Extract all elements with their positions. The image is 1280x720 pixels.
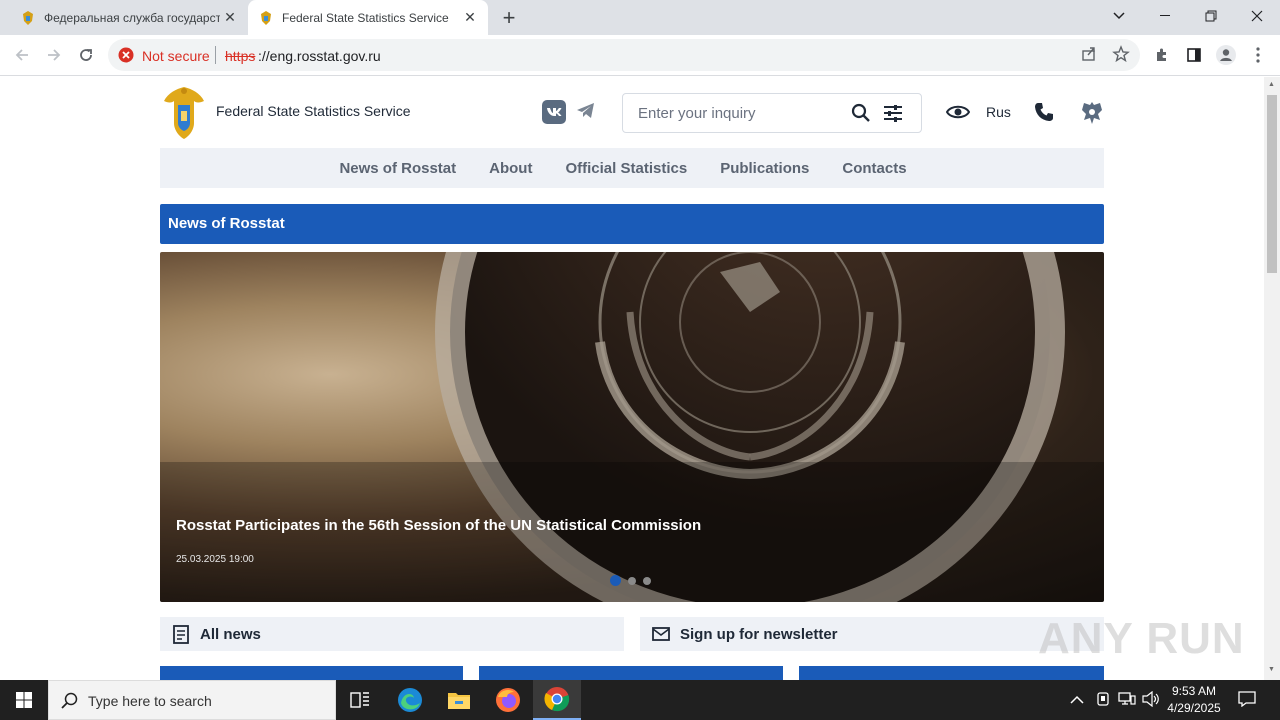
chrome-taskbar-icon[interactable] [533, 680, 581, 720]
edge-browser-icon[interactable] [386, 680, 434, 720]
taskbar-search-input[interactable]: Type here to search [88, 693, 212, 709]
vk-icon[interactable] [542, 100, 566, 124]
reload-icon[interactable] [72, 41, 100, 69]
language-switch[interactable]: Rus [986, 104, 1011, 120]
main-nav: News of Rosstat About Official Statistic… [160, 148, 1104, 188]
slide-headline[interactable]: Rosstat Participates in the 56th Session… [176, 517, 701, 534]
search-icon[interactable] [851, 103, 873, 125]
show-hidden-icons-chevron-icon[interactable] [1070, 692, 1086, 708]
firefox-icon[interactable] [484, 680, 532, 720]
taskbar-clock[interactable]: 9:53 AM 4/29/2025 [1166, 683, 1222, 717]
notifications-icon[interactable] [1238, 691, 1258, 709]
browser-tab-inactive[interactable]: Федеральная служба государст ✕ [0, 0, 248, 35]
site-name[interactable]: Federal State Statistics Service [216, 103, 411, 119]
browser-tab-active[interactable]: Federal State Statistics Service ✕ [248, 0, 488, 35]
tab-title: Федеральная служба государст [44, 10, 220, 25]
clock-date: 4/29/2025 [1167, 701, 1221, 715]
not-secure-icon[interactable] [118, 47, 134, 63]
un-emblem-photo [160, 252, 1104, 602]
carousel-dot[interactable] [643, 576, 651, 585]
side-panel-icon[interactable] [1180, 41, 1208, 69]
url-scheme: https [225, 48, 256, 64]
newsletter-label: Sign up for newsletter [680, 625, 838, 643]
filter-sliders-icon[interactable] [883, 103, 905, 125]
anyrun-watermark: ANY RUN [1038, 614, 1245, 663]
tab-title: Federal State Statistics Service [282, 10, 449, 25]
file-explorer-icon[interactable] [435, 680, 483, 720]
task-view-icon[interactable] [336, 680, 384, 720]
section-banner: News of Rosstat [160, 204, 1104, 244]
close-tab-icon[interactable]: ✕ [460, 8, 480, 28]
minimize-window-icon[interactable] [1142, 0, 1188, 32]
rosstat-favicon-icon [20, 10, 36, 26]
scroll-up-arrow-icon[interactable]: ▲ [1268, 81, 1275, 88]
share-icon[interactable] [1080, 45, 1100, 65]
carousel-dot[interactable] [628, 576, 636, 585]
nav-official-statistics[interactable]: Official Statistics [565, 160, 687, 177]
all-news-label: All news [200, 625, 261, 643]
russian-eagle-emblem-icon[interactable] [1080, 100, 1104, 126]
divider [215, 46, 216, 64]
web-page: Federal State Statistics Service Enter y… [0, 77, 1264, 680]
news-carousel[interactable]: Rosstat Participates in the 56th Session… [160, 252, 1104, 602]
network-icon[interactable] [1118, 691, 1136, 709]
info-card[interactable] [479, 666, 783, 680]
nav-news[interactable]: News of Rosstat [339, 160, 456, 177]
site-search-box[interactable]: Enter your inquiry [622, 93, 922, 133]
security-label[interactable]: Not secure [142, 48, 210, 64]
rosstat-favicon-icon [258, 10, 274, 26]
device-tray-icon[interactable] [1095, 691, 1113, 709]
envelope-icon [651, 624, 671, 644]
accessibility-eye-icon[interactable] [945, 101, 971, 123]
browser-toolbar: Not secure https ://eng.rosstat.gov.ru [0, 35, 1280, 76]
taskbar-search-box[interactable]: Type here to search [48, 680, 336, 720]
address-bar[interactable]: Not secure https ://eng.rosstat.gov.ru [108, 39, 1140, 71]
telegram-icon[interactable] [576, 102, 598, 122]
rosstat-emblem-logo[interactable] [160, 83, 208, 141]
windows-start-icon[interactable] [0, 680, 48, 720]
restore-window-icon[interactable] [1188, 0, 1234, 32]
clock-time: 9:53 AM [1171, 684, 1217, 698]
carousel-dot-active[interactable] [610, 575, 621, 586]
search-icon [61, 692, 79, 710]
nav-publications[interactable]: Publications [720, 160, 809, 177]
bookmark-star-icon[interactable] [1112, 45, 1132, 65]
chrome-menu-icon[interactable] [1244, 41, 1272, 69]
close-window-icon[interactable] [1234, 0, 1280, 32]
info-card[interactable] [160, 666, 463, 680]
scroll-down-arrow-icon[interactable]: ▼ [1268, 666, 1275, 673]
newsletter-tile[interactable]: Sign up for newsletter [640, 617, 1104, 651]
nav-contacts[interactable]: Contacts [842, 160, 906, 177]
news-list-icon [171, 624, 191, 644]
nav-about[interactable]: About [489, 160, 532, 177]
windows-taskbar: Type here to search 9:53 AM 4/29/2025 [0, 680, 1280, 720]
tab-search-icon[interactable] [1096, 0, 1142, 32]
url-text: ://eng.rosstat.gov.ru [258, 48, 381, 64]
phone-icon[interactable] [1034, 102, 1056, 124]
browser-tab-strip: Федеральная служба государст ✕ Federal S… [0, 0, 1280, 35]
close-tab-icon[interactable]: ✕ [220, 8, 240, 28]
section-title: News of Rosstat [168, 215, 285, 232]
carousel-dots [610, 575, 651, 586]
search-input[interactable]: Enter your inquiry [638, 105, 756, 122]
profile-avatar-icon[interactable] [1212, 41, 1240, 69]
extensions-icon[interactable] [1148, 41, 1176, 69]
slide-date: 25.03.2025 19:00 [176, 554, 254, 565]
scrollbar-thumb[interactable] [1267, 95, 1277, 273]
back-icon[interactable] [8, 41, 36, 69]
forward-icon[interactable] [40, 41, 68, 69]
volume-icon[interactable] [1142, 690, 1160, 709]
all-news-tile[interactable]: All news [160, 617, 624, 651]
page-scrollbar[interactable]: ▲ ▼ [1264, 77, 1280, 680]
new-tab-button[interactable]: + [497, 5, 521, 30]
